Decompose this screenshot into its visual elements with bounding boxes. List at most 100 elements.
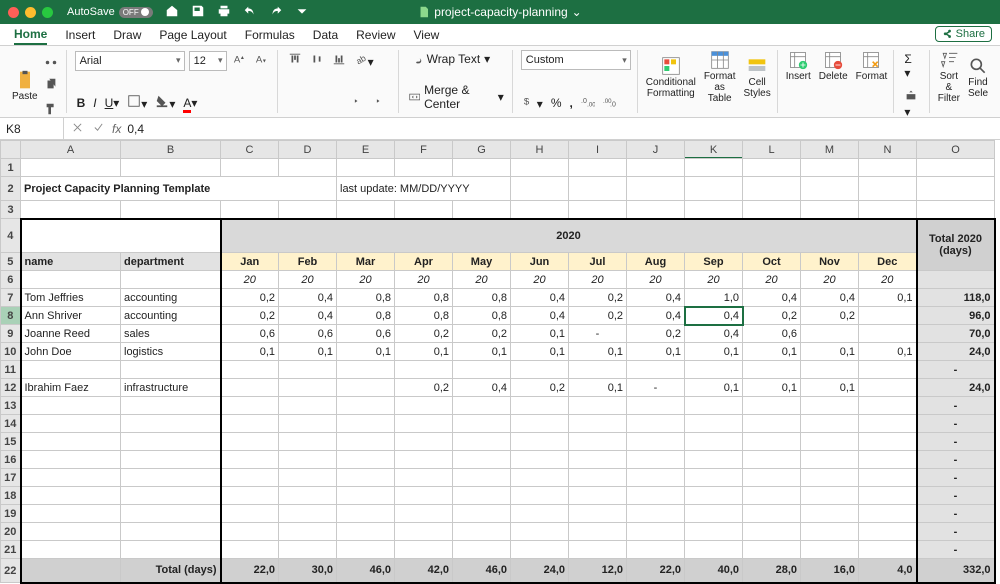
capacity-cell[interactable] xyxy=(279,451,337,469)
capacity-cell[interactable]: 0,1 xyxy=(801,343,859,361)
capacity-cell[interactable] xyxy=(859,415,917,433)
capacity-cell[interactable] xyxy=(511,487,569,505)
capacity-cell[interactable] xyxy=(859,487,917,505)
capacity-cell[interactable]: 0,4 xyxy=(801,289,859,307)
capacity-cell[interactable]: 0,1 xyxy=(859,343,917,361)
cut-icon[interactable] xyxy=(42,50,60,71)
capacity-cell[interactable] xyxy=(337,379,395,397)
capacity-cell[interactable] xyxy=(743,469,801,487)
capacity-cell[interactable] xyxy=(221,523,279,541)
column-header-H[interactable]: H xyxy=(511,141,569,159)
column-header-K[interactable]: K xyxy=(685,141,743,159)
capacity-cell[interactable] xyxy=(685,505,743,523)
formula-input[interactable]: 0,4 xyxy=(127,122,144,136)
print-icon[interactable] xyxy=(215,2,233,23)
capacity-cell[interactable]: 0,2 xyxy=(627,325,685,343)
capacity-cell[interactable] xyxy=(221,505,279,523)
capacity-cell[interactable] xyxy=(453,505,511,523)
column-header-E[interactable]: E xyxy=(337,141,395,159)
capacity-cell[interactable] xyxy=(221,541,279,559)
capacity-cell[interactable] xyxy=(569,541,627,559)
capacity-cell[interactable] xyxy=(279,541,337,559)
capacity-cell[interactable]: 0,1 xyxy=(511,343,569,361)
capacity-cell[interactable]: 0,2 xyxy=(569,289,627,307)
column-header-D[interactable]: D xyxy=(279,141,337,159)
capacity-cell[interactable] xyxy=(859,325,917,343)
capacity-cell[interactable]: 0,2 xyxy=(511,379,569,397)
row-header-4[interactable]: 4 xyxy=(1,219,21,253)
accounting-format-icon[interactable]: $▾ xyxy=(521,92,545,113)
column-header-G[interactable]: G xyxy=(453,141,511,159)
row-header-5[interactable]: 5 xyxy=(1,253,21,271)
capacity-cell[interactable] xyxy=(221,469,279,487)
decrease-indent-icon[interactable] xyxy=(352,92,370,113)
row-header-21[interactable]: 21 xyxy=(1,541,21,559)
capacity-cell[interactable] xyxy=(511,397,569,415)
capacity-cell[interactable]: 0,4 xyxy=(279,307,337,325)
column-header-I[interactable]: I xyxy=(569,141,627,159)
tab-formulas[interactable]: Formulas xyxy=(245,26,295,44)
person-department[interactable]: accounting xyxy=(121,289,221,307)
column-header-N[interactable]: N xyxy=(859,141,917,159)
capacity-cell[interactable] xyxy=(627,487,685,505)
align-top-icon[interactable] xyxy=(286,50,304,71)
capacity-cell[interactable] xyxy=(337,541,395,559)
capacity-cell[interactable] xyxy=(337,505,395,523)
capacity-cell[interactable] xyxy=(743,361,801,379)
tab-data[interactable]: Data xyxy=(313,26,338,44)
capacity-cell[interactable] xyxy=(337,451,395,469)
capacity-cell[interactable] xyxy=(627,361,685,379)
capacity-cell[interactable] xyxy=(859,541,917,559)
capacity-cell[interactable] xyxy=(801,541,859,559)
capacity-cell[interactable] xyxy=(569,433,627,451)
capacity-cell[interactable] xyxy=(801,415,859,433)
undo-icon[interactable] xyxy=(241,2,259,23)
capacity-cell[interactable] xyxy=(569,505,627,523)
capacity-cell[interactable]: 0,2 xyxy=(395,379,453,397)
capacity-cell[interactable]: 0,4 xyxy=(453,379,511,397)
row-header-9[interactable]: 9 xyxy=(1,325,21,343)
tab-draw[interactable]: Draw xyxy=(113,26,141,44)
redo-icon[interactable] xyxy=(267,2,285,23)
capacity-cell[interactable] xyxy=(337,469,395,487)
capacity-cell[interactable]: 0,1 xyxy=(221,343,279,361)
capacity-cell[interactable]: 0,8 xyxy=(395,289,453,307)
paste-button[interactable]: Paste xyxy=(12,70,38,102)
column-header-O[interactable]: O xyxy=(917,141,995,159)
row-header-10[interactable]: 10 xyxy=(1,343,21,361)
capacity-cell[interactable] xyxy=(743,505,801,523)
capacity-cell[interactable]: 0,1 xyxy=(453,343,511,361)
wrap-text-button[interactable]: Wrap Text ▾ xyxy=(407,50,506,68)
number-format-select[interactable]: Custom xyxy=(521,50,631,70)
row-header-6[interactable]: 6 xyxy=(1,271,21,289)
font-family-select[interactable]: Arial xyxy=(75,51,185,71)
align-bottom-icon[interactable] xyxy=(330,50,348,71)
row-header-14[interactable]: 14 xyxy=(1,415,21,433)
capacity-cell[interactable] xyxy=(801,487,859,505)
increase-indent-icon[interactable] xyxy=(374,92,392,113)
person-department[interactable]: logistics xyxy=(121,343,221,361)
capacity-cell[interactable]: 0,6 xyxy=(743,325,801,343)
merge-center-button[interactable]: Merge & Center ▾ xyxy=(407,81,506,113)
capacity-cell[interactable]: 0,1 xyxy=(511,325,569,343)
column-header-A[interactable]: A xyxy=(21,141,121,159)
capacity-cell[interactable] xyxy=(627,505,685,523)
capacity-cell[interactable] xyxy=(627,469,685,487)
capacity-cell[interactable]: 0,2 xyxy=(743,307,801,325)
capacity-cell[interactable] xyxy=(859,523,917,541)
capacity-cell[interactable] xyxy=(569,469,627,487)
capacity-cell[interactable] xyxy=(685,433,743,451)
capacity-cell[interactable] xyxy=(685,451,743,469)
person-name[interactable]: Joanne Reed xyxy=(21,325,121,343)
row-header-19[interactable]: 19 xyxy=(1,505,21,523)
underline-icon[interactable]: U▾ xyxy=(103,94,122,112)
capacity-cell[interactable]: 0,4 xyxy=(743,289,801,307)
column-header-M[interactable]: M xyxy=(801,141,859,159)
capacity-cell[interactable]: 0,8 xyxy=(453,289,511,307)
capacity-cell[interactable] xyxy=(859,307,917,325)
capacity-cell[interactable]: 0,4 xyxy=(685,325,743,343)
capacity-cell[interactable] xyxy=(511,505,569,523)
capacity-cell[interactable] xyxy=(859,469,917,487)
capacity-cell[interactable]: 0,1 xyxy=(569,379,627,397)
capacity-cell[interactable] xyxy=(395,433,453,451)
